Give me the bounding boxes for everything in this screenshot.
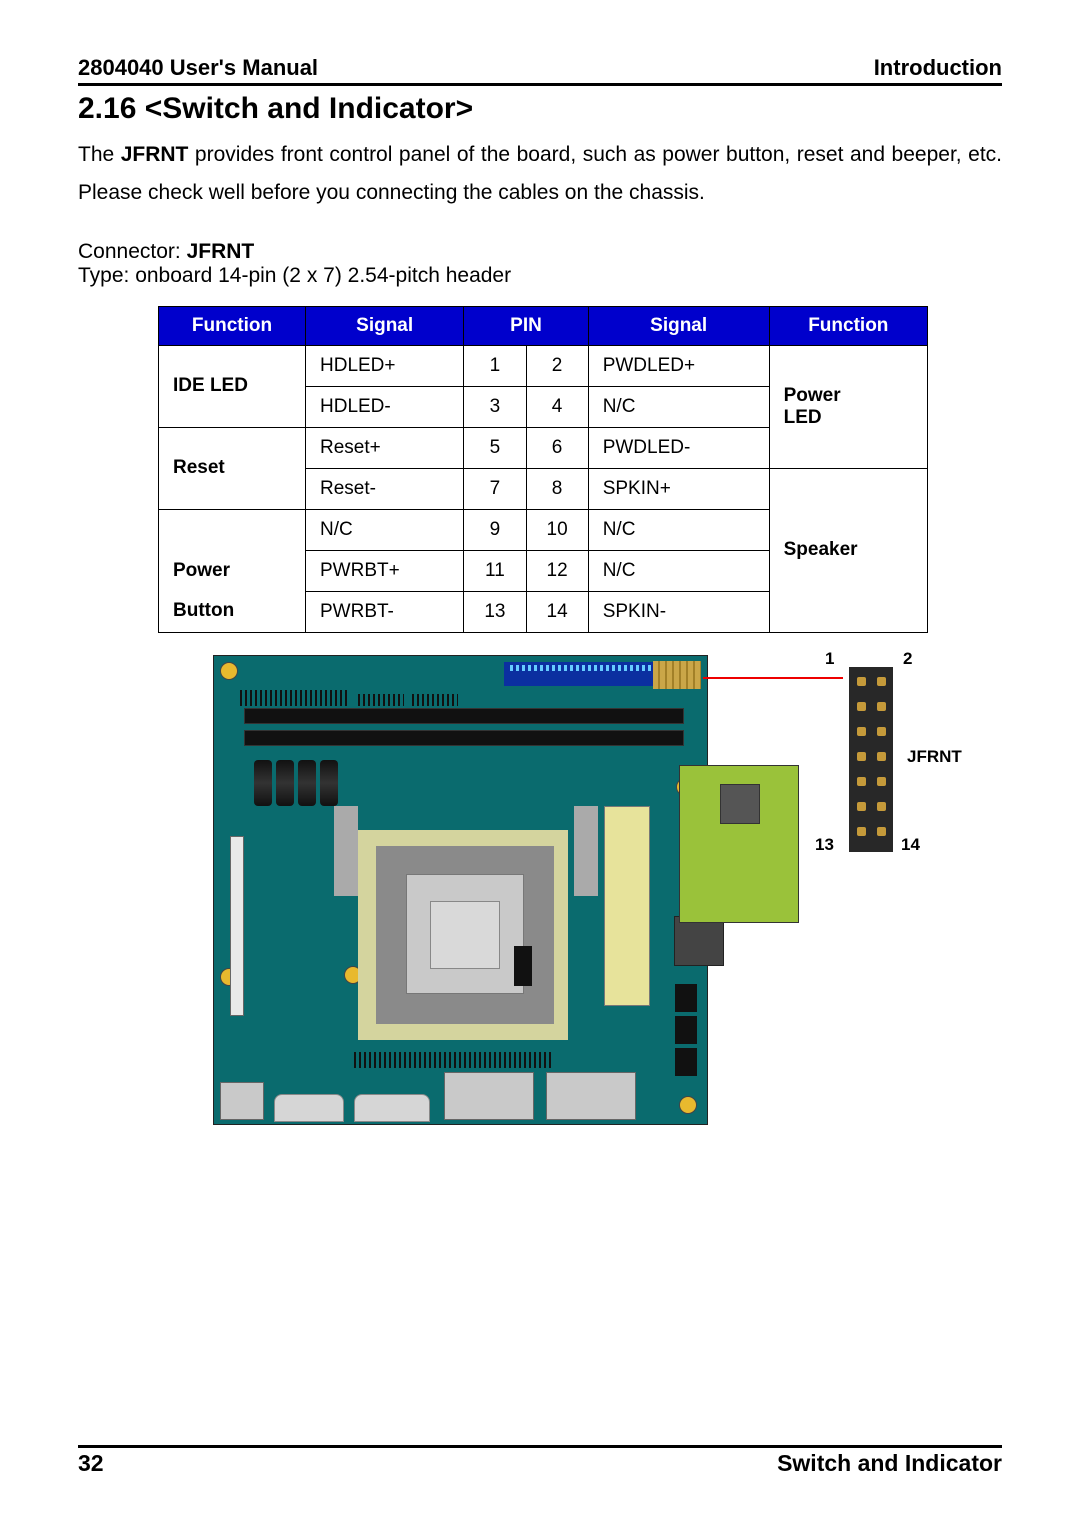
cell-pin: 10 [526, 509, 588, 550]
cell-sig-l: PWRBT+ [306, 550, 464, 591]
cell-sig-l: N/C [306, 509, 464, 550]
cell-sig-l: PWRBT- [306, 591, 464, 632]
cell-func-l: IDE LED [159, 345, 306, 427]
cell-pin: 7 [464, 468, 526, 509]
pin-label-14: 14 [901, 835, 920, 855]
cell-sig-l: Reset+ [306, 427, 464, 468]
cell-pin: 2 [526, 345, 588, 386]
cell-sig-r: SPKIN- [588, 591, 769, 632]
power-connector-graphic [653, 661, 701, 689]
cell-func-l: Power [159, 550, 306, 591]
cell-pin: 8 [526, 468, 588, 509]
chipset-heatsink-graphic [679, 765, 799, 923]
cell-pin: 14 [526, 591, 588, 632]
footer-section-title: Switch and Indicator [777, 1450, 1002, 1477]
callout-line [703, 677, 843, 679]
cell-pin: 13 [464, 591, 526, 632]
connector-name: JFRNT [187, 240, 255, 263]
page-header: 2804040 User's Manual Introduction [78, 55, 1002, 86]
intro-post: provides front control panel of the boar… [78, 143, 1002, 204]
cell-sig-l: Reset- [306, 468, 464, 509]
cell-sig-r: PWDLED- [588, 427, 769, 468]
cell-func-r-line: LED [784, 407, 917, 429]
pinout-table: Function Signal PIN Signal Function IDE … [158, 306, 928, 633]
pin-label-13: 13 [815, 835, 834, 855]
cell-sig-r: SPKIN+ [588, 468, 769, 509]
cell-sig-r: N/C [588, 509, 769, 550]
cell-func-r-line: Power [784, 385, 917, 407]
connector-line: Connector: JFRNT [78, 240, 1002, 264]
connector-label: Connector: [78, 240, 187, 263]
intro-bold: JFRNT [121, 143, 189, 166]
th-signal-l: Signal [306, 306, 464, 345]
board-diagram: 1 2 JFRNT 13 14 [213, 655, 933, 1125]
cell-sig-r: PWDLED+ [588, 345, 769, 386]
th-function-l: Function [159, 306, 306, 345]
cell-func-l: Button [159, 591, 306, 632]
cell-pin: 6 [526, 427, 588, 468]
cell-sig-r: N/C [588, 386, 769, 427]
cell-sig-r: N/C [588, 550, 769, 591]
intro-paragraph: The JFRNT provides front control panel o… [78, 136, 1002, 212]
cell-func-r: Power LED [769, 345, 927, 468]
section-title: 2.16 <Switch and Indicator> [78, 92, 1002, 126]
cell-pin: 4 [526, 386, 588, 427]
header-left: 2804040 User's Manual [78, 55, 318, 81]
type-line: Type: onboard 14-pin (2 x 7) 2.54-pitch … [78, 264, 1002, 288]
table-header-row: Function Signal PIN Signal Function [159, 306, 928, 345]
motherboard-graphic [213, 655, 708, 1125]
table-row: IDE LED HDLED+ 1 2 PWDLED+ Power LED [159, 345, 928, 386]
pin-label-1: 1 [825, 649, 834, 669]
th-pin: PIN [464, 306, 588, 345]
th-signal-r: Signal [588, 306, 769, 345]
cell-pin: 9 [464, 509, 526, 550]
page-footer: 32 Switch and Indicator [78, 1445, 1002, 1477]
jfrnt-callout-label: JFRNT [907, 747, 962, 767]
cell-pin: 5 [464, 427, 526, 468]
header-right: Introduction [874, 55, 1002, 81]
pin-label-2: 2 [903, 649, 912, 669]
jfrnt-connector-graphic [849, 667, 893, 852]
cell-pin: 3 [464, 386, 526, 427]
cell-pin: 1 [464, 345, 526, 386]
cell-pin: 11 [464, 550, 526, 591]
cell-pin: 12 [526, 550, 588, 591]
th-function-r: Function [769, 306, 927, 345]
cell-func-l [159, 509, 306, 550]
intro-pre: The [78, 143, 121, 166]
cell-func-r: Speaker [769, 468, 927, 632]
footer-page-number: 32 [78, 1450, 104, 1477]
cell-func-l: Reset [159, 427, 306, 509]
cell-sig-l: HDLED+ [306, 345, 464, 386]
cell-sig-l: HDLED- [306, 386, 464, 427]
